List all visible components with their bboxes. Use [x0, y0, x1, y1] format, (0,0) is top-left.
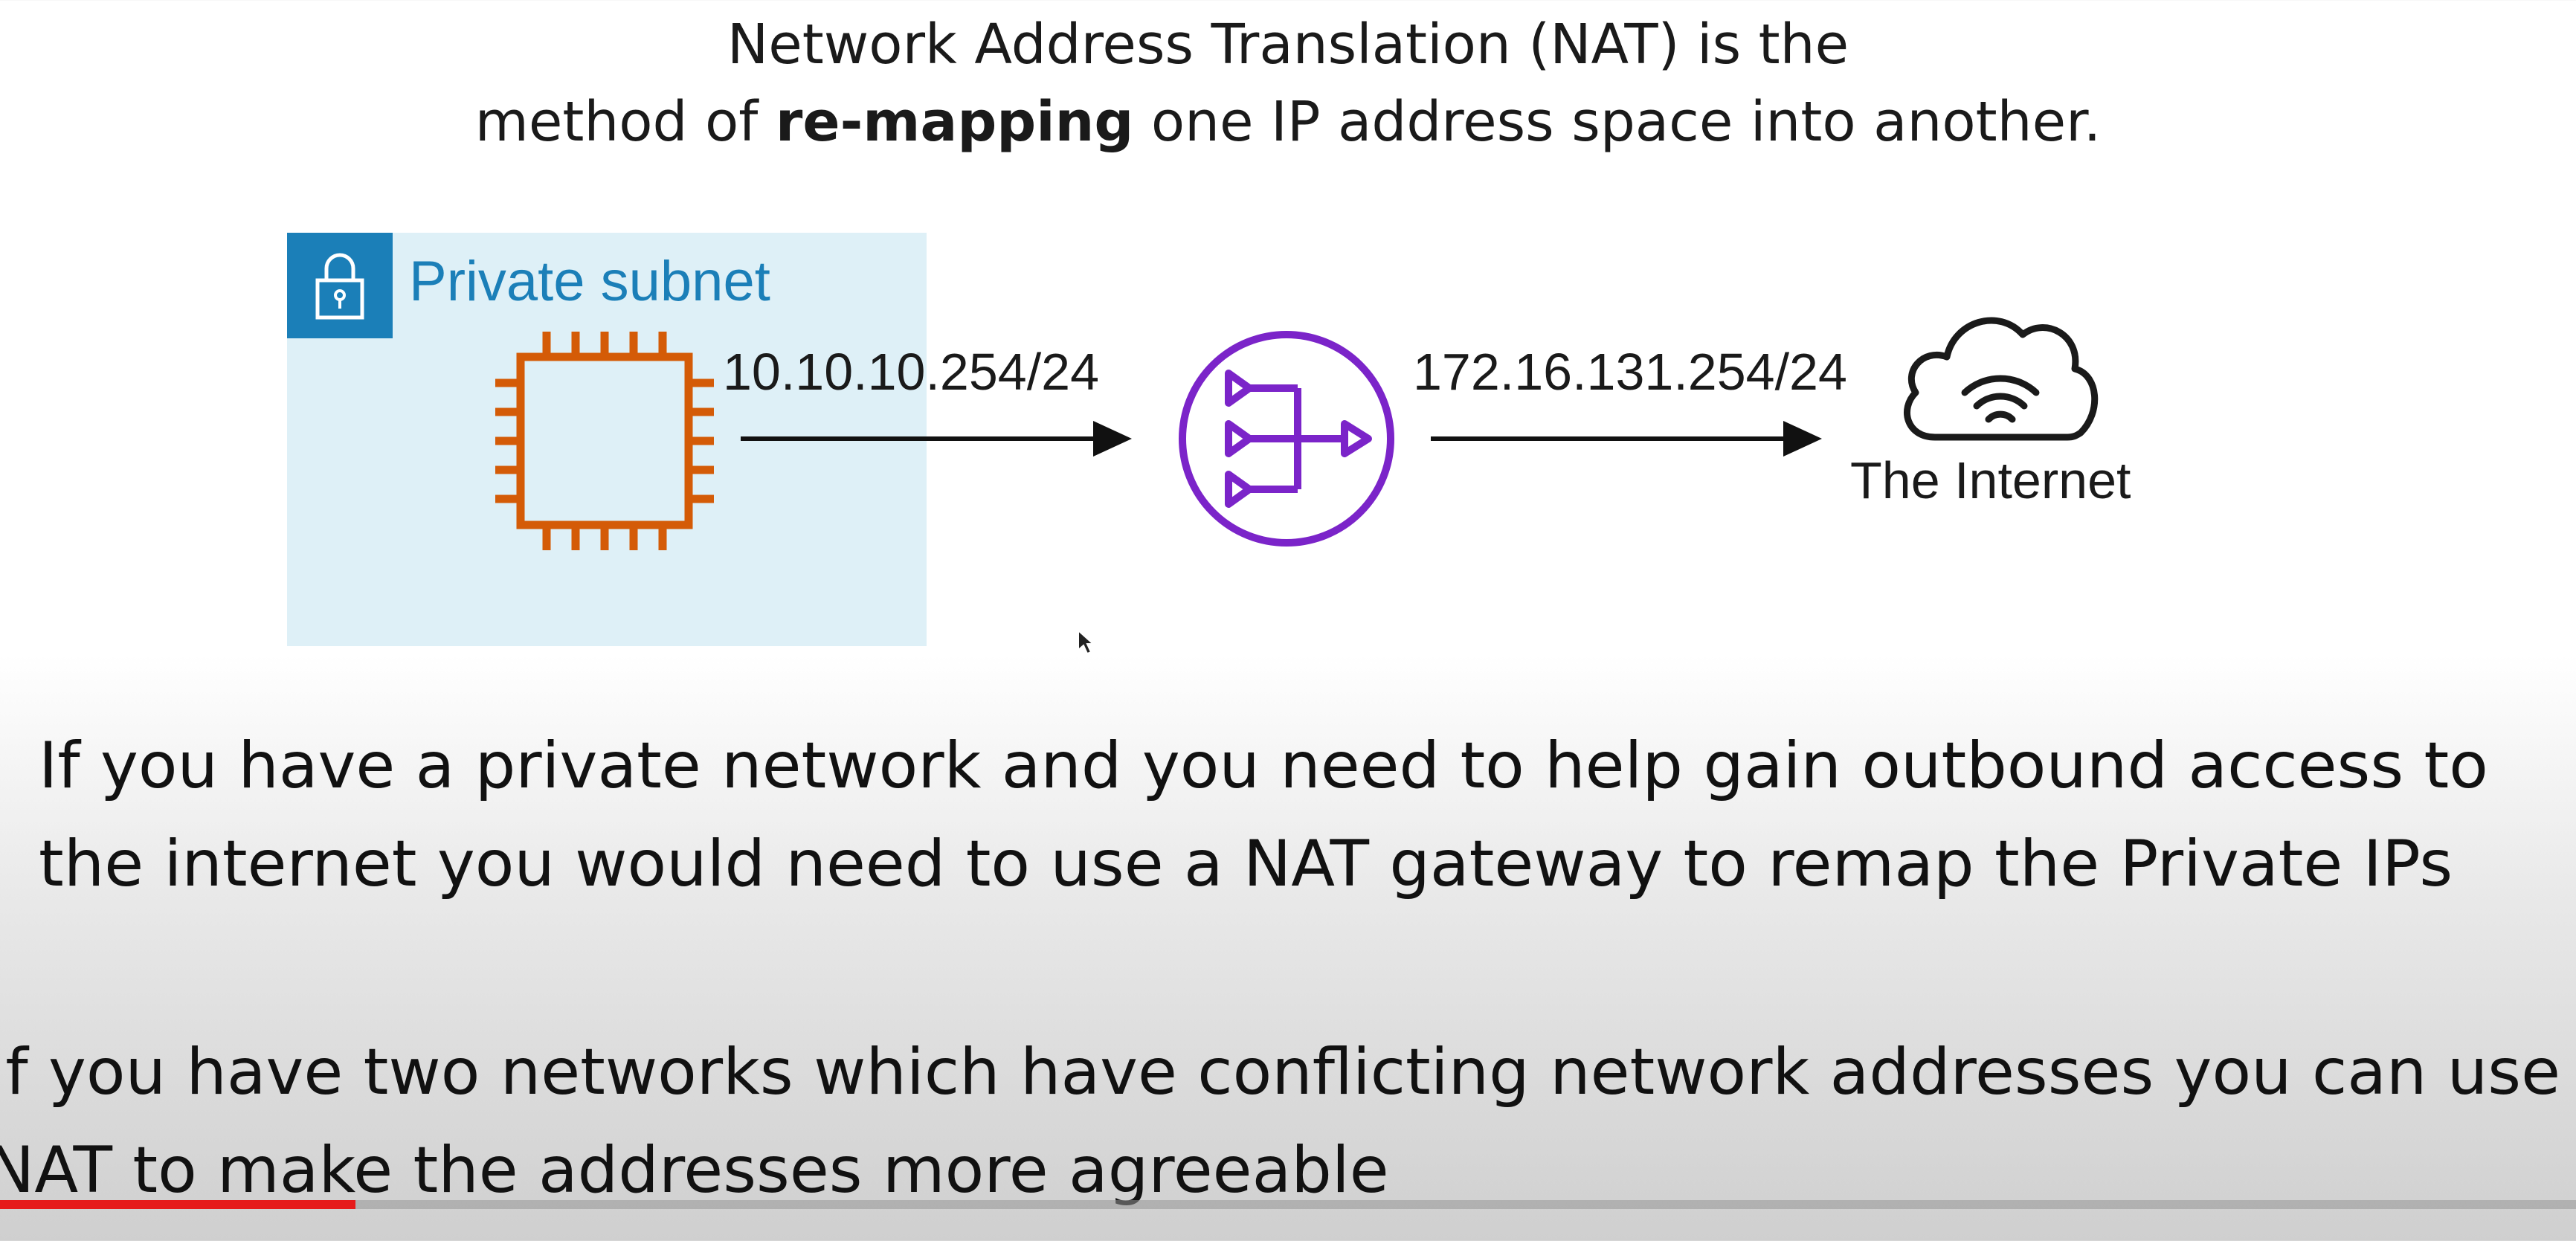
- private-ip-label: 10.10.10.254/24: [723, 343, 1100, 401]
- ec2-instance-chip-icon: [495, 332, 714, 550]
- caption-p2-line1: If you have two networks which have conf…: [0, 1035, 2576, 1109]
- video-seek-bar[interactable]: [0, 1200, 2576, 1209]
- slide-title: Network Address Translation (NAT) is the…: [0, 6, 2576, 161]
- subnet-badge: [287, 233, 393, 338]
- internet-cloud-icon: [1904, 317, 2099, 441]
- arrow-to-nat: [741, 421, 1132, 457]
- heading-bold-term: re-mapping: [775, 90, 1134, 154]
- heading-line-2-post: one IP address space into another.: [1133, 90, 2102, 154]
- mouse-cursor-icon: [1078, 629, 1095, 655]
- internet-label: The Internet: [1850, 451, 2131, 509]
- heading-line-2-pre: method of: [474, 90, 776, 154]
- subnet-label: Private subnet: [409, 250, 770, 313]
- heading-line-1: Network Address Translation (NAT) is the: [727, 13, 1849, 77]
- public-ip-label: 172.16.131.254/24: [1413, 343, 1847, 401]
- heading-line-2: method of re-mapping one IP address spac…: [0, 83, 2576, 161]
- caption-p2-line2: NAT to make the addresses more agreeable: [0, 1133, 1389, 1208]
- video-progress-fill[interactable]: [0, 1200, 355, 1209]
- arrow-to-internet: [1431, 421, 1822, 457]
- caption-p1-line2: the internet you would need to use a NAT…: [39, 827, 2453, 901]
- nat-gateway-icon: [1179, 331, 1394, 547]
- caption-p1-line1: If you have a private network and you ne…: [39, 729, 2488, 803]
- lock-icon: [315, 253, 364, 320]
